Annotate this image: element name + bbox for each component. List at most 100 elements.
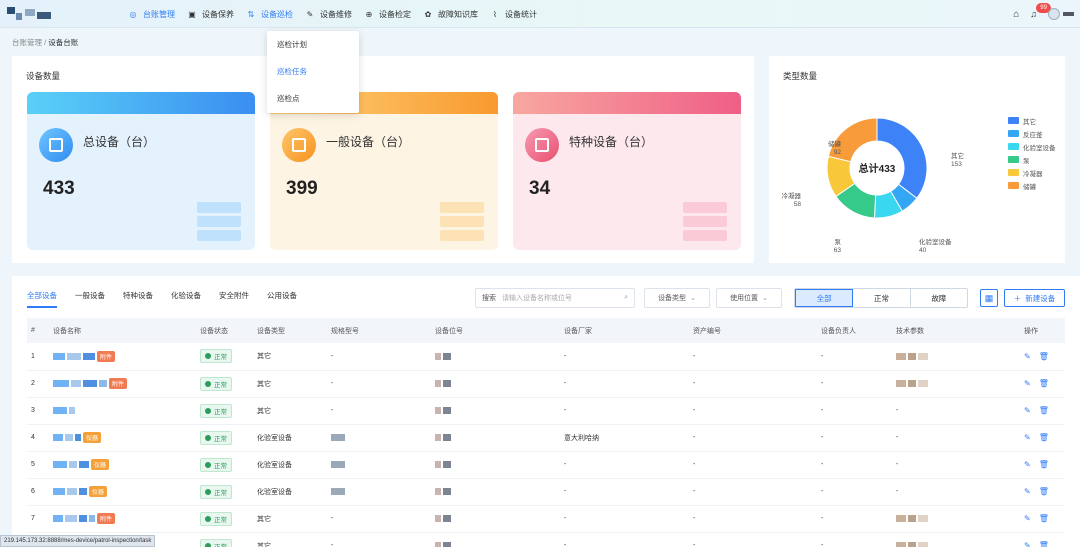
nav-knowledge[interactable]: ✿ 故障知识库 bbox=[423, 0, 490, 28]
table-row[interactable]: 7 附件 正常 其它 - - - - ✎ 🗑 bbox=[27, 505, 1065, 533]
filter-fault[interactable]: 故障 bbox=[911, 289, 967, 307]
nav-calibration[interactable]: ⊕ 设备检定 bbox=[364, 0, 423, 28]
redacted-text bbox=[67, 352, 81, 360]
status-badge: 正常 bbox=[200, 457, 232, 472]
table-row[interactable]: 4 仪器 正常 化验室设备 意大利哈纳 - - - ✎ 🗑 bbox=[27, 424, 1065, 452]
legend-item[interactable]: 储罐 bbox=[1008, 179, 1056, 192]
redacted-text bbox=[443, 541, 451, 547]
table-row[interactable]: 6 仪器 正常 化验室设备 - - - - ✎ 🗑 bbox=[27, 478, 1065, 506]
nav-statistics[interactable]: ⌇ 设备统计 bbox=[490, 0, 549, 28]
check-icon bbox=[205, 461, 211, 468]
search-input[interactable]: 请输入设备名称或位号 bbox=[502, 293, 624, 303]
legend-label: 泵 bbox=[1023, 157, 1030, 165]
qr-code-button[interactable]: ▦ bbox=[980, 289, 998, 307]
tab-general-devices[interactable]: 一般设备 bbox=[75, 290, 105, 308]
tab-utility-devices[interactable]: 公用设备 bbox=[267, 290, 297, 308]
tech-value: - bbox=[896, 461, 899, 468]
redacted-text bbox=[918, 352, 928, 360]
check-icon bbox=[205, 542, 211, 547]
asset-no-cell: - bbox=[689, 532, 817, 547]
tab-safety-accessories[interactable]: 安全附件 bbox=[219, 290, 249, 308]
table-row[interactable]: 5 仪器 正常 化验室设备 - - - - ✎ 🗑 bbox=[27, 451, 1065, 479]
device-name-cell[interactable]: 仪器 bbox=[49, 451, 196, 479]
delete-icon[interactable]: 🗑 bbox=[1039, 541, 1049, 547]
status-bar-url: 219.145.173.32:8888/mes-device/patrol-in… bbox=[0, 535, 156, 547]
legend-label: 化验室设备 bbox=[1023, 144, 1056, 152]
legend-item[interactable]: 反应釜 bbox=[1008, 127, 1056, 140]
tag-no-cell bbox=[431, 397, 560, 425]
redacted-text bbox=[908, 541, 916, 547]
row-index: 1 bbox=[27, 343, 49, 371]
redacted-text bbox=[443, 406, 451, 414]
nav-repair[interactable]: ✎ 设备维修 bbox=[305, 0, 364, 28]
redacted-text bbox=[443, 379, 451, 387]
filter-all[interactable]: 全部 bbox=[795, 289, 854, 307]
edit-icon[interactable]: ✎ bbox=[1024, 433, 1031, 442]
edit-icon[interactable]: ✎ bbox=[1024, 460, 1031, 469]
device-type-select[interactable]: 设备类型 ⌄ bbox=[644, 288, 710, 308]
device-name-cell[interactable]: 附件 bbox=[49, 370, 196, 398]
delete-icon[interactable]: 🗑 bbox=[1039, 460, 1049, 469]
edit-icon[interactable]: ✎ bbox=[1024, 487, 1031, 496]
tab-all-devices[interactable]: 全部设备 bbox=[27, 290, 57, 308]
edit-icon[interactable]: ✎ bbox=[1024, 379, 1031, 388]
check-icon bbox=[205, 515, 211, 522]
bell-icon[interactable]: ♫ 99 bbox=[1030, 3, 1051, 19]
legend-label: 冷凝器 bbox=[1023, 170, 1043, 178]
legend-item[interactable]: 冷凝器 bbox=[1008, 166, 1056, 179]
legend-swatch bbox=[1008, 182, 1019, 189]
location-select[interactable]: 使用位置 ⌄ bbox=[716, 288, 782, 308]
device-name-cell[interactable]: 仪器 bbox=[49, 478, 196, 506]
home-icon[interactable]: ⌂ bbox=[1013, 9, 1019, 20]
redacted-text bbox=[435, 406, 441, 414]
add-device-button[interactable]: ＋新建设备 bbox=[1004, 289, 1065, 307]
nav-label: 设备维修 bbox=[320, 9, 352, 19]
device-name-cell[interactable] bbox=[49, 397, 196, 425]
delete-icon[interactable]: 🗑 bbox=[1039, 487, 1049, 496]
legend-item[interactable]: 其它 bbox=[1008, 114, 1056, 127]
tech-params-cell bbox=[892, 343, 1020, 371]
table-row[interactable]: 1 附件 正常 其它 - - - - ✎ 🗑 bbox=[27, 343, 1065, 371]
redacted-text bbox=[435, 460, 441, 468]
device-name-cell[interactable]: 附件 bbox=[49, 505, 196, 533]
device-name-cell[interactable]: 附件 bbox=[49, 343, 196, 371]
delete-icon[interactable]: 🗑 bbox=[1039, 514, 1049, 523]
edit-icon[interactable]: ✎ bbox=[1024, 514, 1031, 523]
filter-normal[interactable]: 正常 bbox=[853, 289, 911, 307]
legend-item[interactable]: 泵 bbox=[1008, 153, 1056, 166]
check-icon bbox=[205, 380, 211, 387]
edit-icon[interactable]: ✎ bbox=[1024, 352, 1031, 361]
redacted-text bbox=[89, 515, 95, 522]
table-row[interactable]: 2 附件 正常 其它 - - - - ✎ 🗑 bbox=[27, 370, 1065, 398]
nav-ledger[interactable]: ◎ 台账管理 bbox=[128, 0, 187, 28]
menu-item-patrol-point[interactable]: 巡检点 bbox=[267, 85, 359, 112]
tab-lab-devices[interactable]: 化验设备 bbox=[171, 290, 201, 308]
edit-icon[interactable]: ✎ bbox=[1024, 406, 1031, 415]
nav-inspection[interactable]: ⇅ 设备巡检 bbox=[246, 0, 305, 28]
user-name-blur[interactable] bbox=[1063, 12, 1074, 16]
tab-special-devices[interactable]: 特种设备 bbox=[123, 290, 153, 308]
avatar[interactable] bbox=[1048, 8, 1060, 20]
nav-label: 台账管理 bbox=[143, 9, 175, 19]
tech-value: - bbox=[896, 488, 899, 495]
redacted-text bbox=[53, 488, 65, 495]
table-row[interactable]: 3 正常 其它 - - - - - ✎ 🗑 bbox=[27, 397, 1065, 425]
device-name-cell[interactable]: 仪器 bbox=[49, 424, 196, 452]
search-icon[interactable]: ⌕ bbox=[624, 294, 634, 302]
table-row[interactable]: 正常 其它 - - - - ✎ 🗑 bbox=[27, 532, 1065, 547]
delete-icon[interactable]: 🗑 bbox=[1039, 406, 1049, 415]
delete-icon[interactable]: 🗑 bbox=[1039, 433, 1049, 442]
breadcrumb-root[interactable]: 台账管理 bbox=[12, 38, 42, 47]
status-filter-segment: 全部 正常 故障 bbox=[794, 288, 968, 308]
donut-slice[interactable] bbox=[876, 117, 928, 199]
menu-item-patrol-plan[interactable]: 巡检计划 bbox=[267, 31, 359, 58]
delete-icon[interactable]: 🗑 bbox=[1039, 352, 1049, 361]
app-logo[interactable] bbox=[7, 7, 59, 21]
menu-item-patrol-task[interactable]: 巡检任务 bbox=[267, 58, 359, 85]
delete-icon[interactable]: 🗑 bbox=[1039, 379, 1049, 388]
legend-item[interactable]: 化验室设备 bbox=[1008, 140, 1056, 153]
nav-maintenance[interactable]: ▣ 设备保养 bbox=[187, 0, 246, 28]
edit-icon[interactable]: ✎ bbox=[1024, 541, 1031, 547]
status-cell: 正常 bbox=[196, 478, 253, 506]
type-count-panel: 类型数量 总计433 其它 153 化验室设备 40 泵 63 冷凝器 58 储罐 92 其它 反应… bbox=[769, 56, 1065, 263]
